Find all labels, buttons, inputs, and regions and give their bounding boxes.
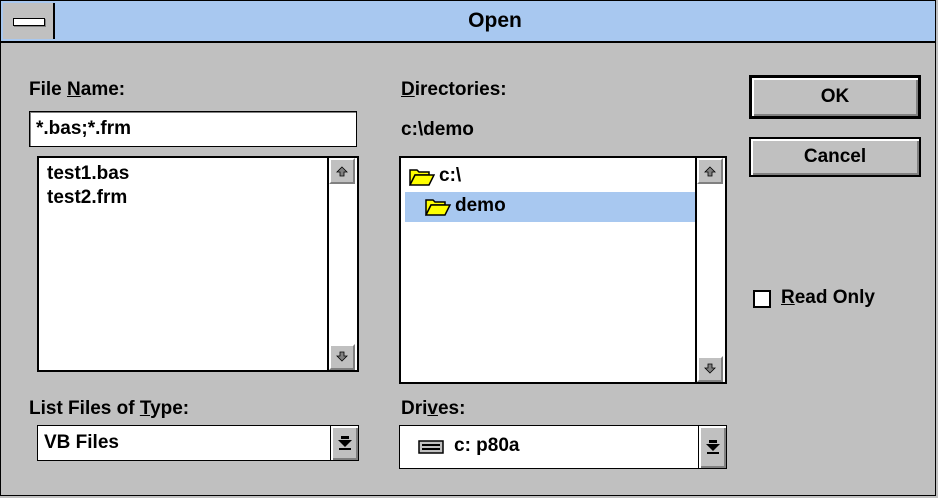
ok-button[interactable]: OK [749, 75, 921, 119]
open-folder-icon [408, 167, 436, 192]
read-only-label[interactable]: Read Only [781, 287, 875, 309]
drives-select[interactable]: c: p80a [399, 425, 727, 469]
directory-label: c:\ [439, 165, 462, 186]
list-item[interactable]: test1.bas [47, 162, 129, 186]
file-name-input[interactable]: *.bas;*.frm [29, 111, 357, 147]
open-folder-icon [424, 197, 452, 222]
scroll-down-icon[interactable] [697, 356, 723, 382]
read-only-checkbox[interactable] [753, 290, 771, 308]
system-menu-icon [13, 18, 45, 26]
directory-list[interactable]: c:\ demo [399, 156, 727, 384]
file-name-label: File Name: [29, 79, 126, 100]
file-type-select[interactable]: VB Files [37, 425, 359, 461]
directory-item-root[interactable]: c:\ [405, 162, 695, 192]
file-list-scrollbar[interactable] [327, 158, 357, 370]
file-type-value: VB Files [44, 432, 119, 453]
directory-label: demo [455, 195, 506, 216]
current-directory: c:\demo [401, 119, 474, 140]
list-item[interactable]: test2.frm [47, 186, 127, 210]
dropdown-arrow-icon[interactable] [698, 426, 726, 468]
drives-label: Drives: [401, 398, 466, 419]
scroll-down-icon[interactable] [329, 344, 355, 370]
open-dialog: Open File Name: *.bas;*.frm test1.bas te… [0, 0, 936, 496]
hard-drive-icon [418, 440, 444, 459]
directory-item-demo[interactable]: demo [405, 192, 695, 222]
file-list[interactable]: test1.bas test2.frm [37, 156, 359, 372]
scroll-up-icon[interactable] [697, 158, 723, 184]
file-type-label: List Files of Type: [29, 398, 190, 419]
cancel-button[interactable]: Cancel [749, 137, 921, 177]
title-bar: Open [1, 1, 935, 43]
directory-list-scrollbar[interactable] [695, 158, 725, 382]
dropdown-arrow-icon[interactable] [330, 426, 358, 460]
drives-value: c: p80a [454, 435, 520, 456]
scroll-up-icon[interactable] [329, 158, 355, 184]
directories-label: Directories: [401, 79, 507, 100]
dialog-title: Open [468, 9, 522, 32]
system-menu-button[interactable] [3, 3, 55, 39]
